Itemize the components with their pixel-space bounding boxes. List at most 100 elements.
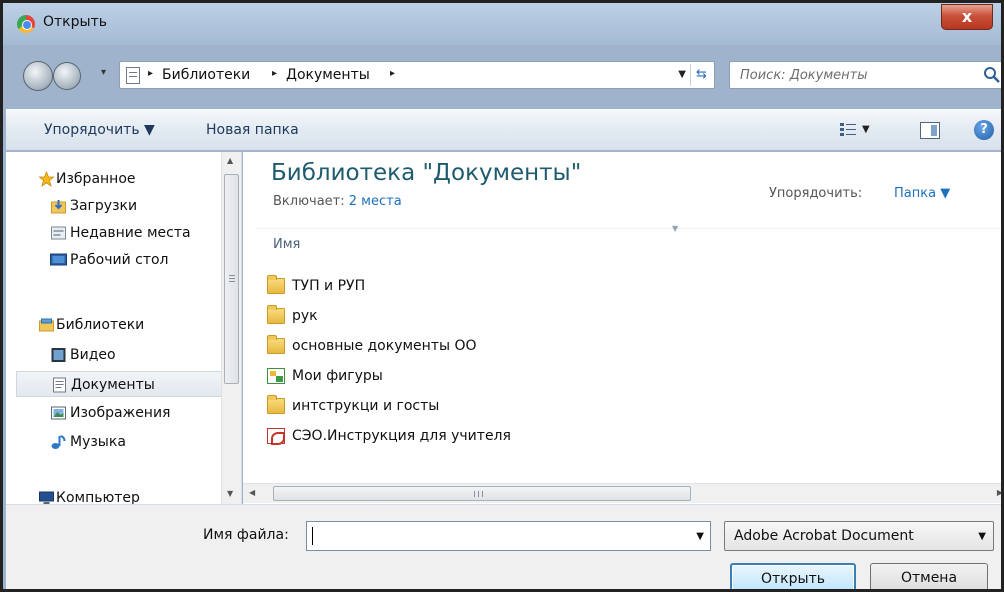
location-icon [126, 67, 140, 84]
file-row[interactable]: Мои фигуры [267, 362, 867, 390]
pictures-icon [51, 406, 66, 420]
cancel-button[interactable]: Отмена [870, 563, 988, 589]
nav-item-label: Избранное [56, 171, 136, 187]
command-toolbar: Упорядочить ▼ Новая папка ▼ ? [6, 109, 1001, 151]
file-row[interactable]: рук [267, 302, 867, 330]
filetype-select[interactable]: Adobe Acrobat Document ▼ [724, 521, 994, 551]
scroll-thumb[interactable] [273, 486, 691, 501]
file-row[interactable]: СЭО.Инструкция для учителя [267, 422, 867, 450]
recent-places-icon [51, 226, 66, 240]
close-button[interactable]: x [941, 4, 993, 30]
nav-item-label: Загрузки [70, 198, 138, 214]
folder-icon [267, 395, 285, 414]
file-name: основные документы ОО [292, 338, 477, 354]
nav-item-label: Видео [70, 347, 116, 363]
nav-item-label: Изображения [70, 405, 171, 421]
scroll-down-icon[interactable]: ▼ [227, 489, 233, 498]
libraries-icon [39, 318, 54, 332]
navigation-pane: Избранное Загрузки Недавние места Рабочи… [6, 152, 242, 504]
nav-item-libraries[interactable]: Библиотеки [16, 312, 230, 338]
filetype-dropdown-icon: ▼ [978, 531, 986, 542]
filetype-value: Adobe Acrobat Document [734, 528, 914, 544]
help-icon[interactable]: ? [974, 120, 994, 140]
file-horizontal-scrollbar[interactable]: ◀ ▶ [243, 483, 1001, 503]
nav-item-pictures[interactable]: Изображения [16, 400, 230, 426]
file-row[interactable]: интструкци и госты [267, 392, 867, 420]
star-icon [38, 171, 55, 187]
includes-locations-link[interactable]: 2 места [349, 194, 402, 209]
file-row[interactable]: основные документы ОО [267, 332, 867, 360]
scroll-left-icon[interactable]: ◀ [249, 488, 255, 497]
title-bar[interactable]: Открыть x [3, 3, 1001, 45]
file-list-area: Библиотека "Документы" Включает: 2 места… [243, 152, 1001, 504]
view-mode-icon[interactable] [840, 123, 856, 137]
filename-label: Имя файла: [203, 527, 289, 543]
breadcrumb-separator-icon[interactable]: ▸ [148, 68, 153, 79]
breadcrumb-separator-icon[interactable]: ▸ [272, 68, 277, 79]
scroll-up-icon[interactable]: ▲ [227, 156, 233, 165]
nav-item-label: Музыка [70, 434, 126, 450]
pdf-file-icon [267, 428, 285, 445]
organize-button[interactable]: Упорядочить ▼ [44, 122, 155, 138]
documents-icon [53, 377, 66, 393]
address-dropdown-icon[interactable]: ▼ [678, 69, 686, 80]
nav-item-video[interactable]: Видео [16, 342, 230, 368]
search-box[interactable] [729, 61, 1002, 89]
arrange-by-label: Упорядочить: [769, 186, 863, 201]
breadcrumb-separator-icon[interactable]: ▸ [390, 68, 395, 79]
open-button[interactable]: Открыть [730, 563, 856, 589]
forward-button[interactable] [53, 62, 81, 90]
file-name: СЭО.Инструкция для учителя [292, 428, 511, 444]
figures-folder-icon [267, 368, 285, 384]
folder-icon [267, 335, 285, 354]
library-includes: Включает: 2 места [273, 194, 402, 209]
video-icon [51, 348, 66, 362]
nav-vertical-scrollbar[interactable]: ▲ ▼ [221, 152, 241, 504]
nav-item-recent-places[interactable]: Недавние места [16, 220, 230, 246]
scroll-right-icon[interactable]: ▶ [997, 488, 1001, 497]
nav-item-downloads[interactable]: Загрузки [16, 193, 230, 219]
nav-item-label: Документы [71, 377, 155, 393]
arrange-by-dropdown[interactable]: Папка ▼ [894, 186, 950, 201]
filename-combobox[interactable]: ▼ [306, 521, 711, 551]
nav-item-label: Компьютер [56, 490, 140, 504]
breadcrumb-documents[interactable]: Документы [286, 67, 370, 83]
library-title: Библиотека "Документы" [271, 160, 582, 186]
column-divider [255, 228, 1001, 229]
file-row[interactable]: ТУП и РУП [267, 272, 867, 300]
sort-indicator-icon: ▼ [672, 224, 679, 233]
text-caret [312, 527, 313, 545]
file-name: ТУП и РУП [292, 278, 366, 294]
window-title: Открыть [43, 14, 107, 30]
nav-item-label: Недавние места [70, 225, 191, 241]
music-icon [51, 435, 66, 449]
column-header-name[interactable]: Имя [273, 237, 300, 252]
desktop-icon [50, 253, 67, 266]
computer-icon [39, 491, 54, 504]
nav-item-label: Библиотеки [56, 317, 145, 333]
file-open-dialog: Открыть x ▾ ▸ Библиотеки ▸ Документы ▸ ▼… [0, 0, 1004, 592]
scroll-thumb[interactable] [224, 174, 239, 384]
filename-dropdown-icon[interactable]: ▼ [696, 531, 704, 542]
nav-item-computer[interactable]: Компьютер [16, 485, 230, 504]
address-bar[interactable]: ▸ Библиотеки ▸ Документы ▸ ▼ ⇆ [119, 61, 715, 89]
view-mode-dropdown-icon[interactable]: ▼ [862, 124, 870, 135]
search-input[interactable] [730, 62, 976, 88]
history-dropdown-icon[interactable]: ▾ [101, 67, 106, 78]
refresh-icon[interactable]: ⇆ [690, 64, 712, 86]
preview-pane-icon[interactable] [920, 122, 940, 139]
breadcrumb-libraries[interactable]: Библиотеки [162, 67, 250, 83]
nav-item-favorites[interactable]: Избранное [16, 166, 230, 192]
file-name: интструкци и госты [292, 398, 440, 414]
app-icon [17, 15, 35, 33]
nav-item-documents[interactable]: Документы [16, 371, 230, 397]
nav-item-music[interactable]: Музыка [16, 429, 230, 455]
downloads-icon [51, 200, 66, 214]
search-icon[interactable] [982, 65, 1002, 85]
dialog-footer: Имя файла: ▼ Adobe Acrobat Document ▼ От… [6, 504, 1001, 589]
back-button[interactable] [23, 61, 53, 91]
nav-item-desktop[interactable]: Рабочий стол [16, 247, 230, 273]
filename-input[interactable] [307, 522, 687, 550]
new-folder-button[interactable]: Новая папка [206, 122, 299, 138]
nav-item-label: Рабочий стол [70, 252, 169, 268]
